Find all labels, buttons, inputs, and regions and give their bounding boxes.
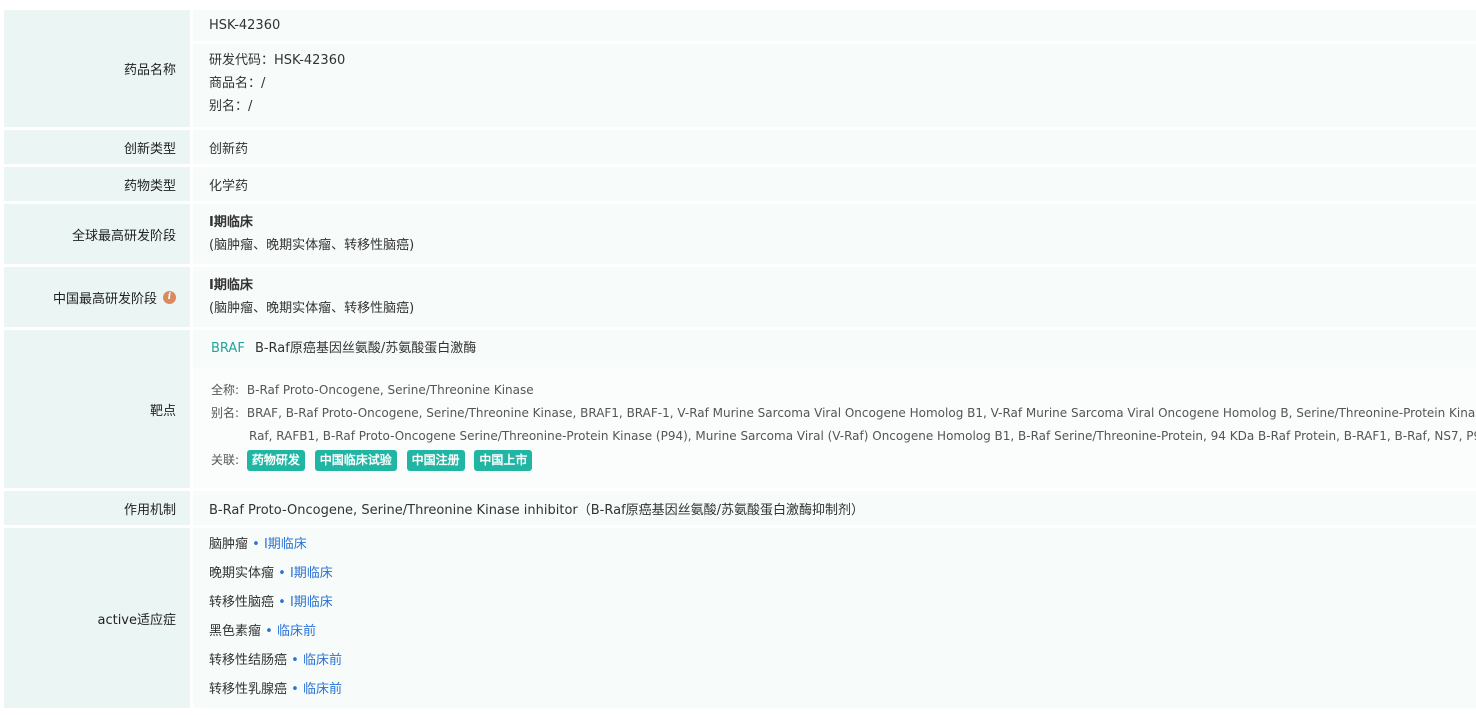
global-stage-indications: (脑肿瘤、晚期实体瘤、转移性脑癌) bbox=[209, 238, 415, 253]
alias-name: 别名：/ bbox=[209, 99, 253, 114]
indication-item: 晚期实体瘤 • Ⅰ期临床 bbox=[209, 559, 1476, 588]
innovation-type-value: 创新药 bbox=[193, 130, 1476, 164]
row-active-indications: active适应症 脑肿瘤 • Ⅰ期临床 晚期实体瘤 • Ⅰ期临床 转移性脑癌 … bbox=[4, 528, 1476, 708]
label-global-stage: 全球最高研发阶段 bbox=[4, 204, 190, 264]
indication-stage-link[interactable]: 临床前 bbox=[303, 653, 342, 668]
bullet-icon: • bbox=[287, 682, 303, 697]
info-icon[interactable]: i bbox=[163, 290, 176, 304]
dev-code: 研发代码：HSK-42360 bbox=[209, 53, 346, 68]
indication-item: 转移性脑癌 • Ⅰ期临床 bbox=[209, 588, 1476, 617]
drug-detail-table: 药品名称 HSK-42360 研发代码：HSK-42360 商品名：/ 别名：/… bbox=[4, 10, 1476, 711]
tag-china-launch[interactable]: 中国上市 bbox=[474, 450, 533, 471]
bullet-icon: • bbox=[261, 624, 277, 639]
row-global-stage: 全球最高研发阶段 Ⅰ期临床 (脑肿瘤、晚期实体瘤、转移性脑癌) bbox=[4, 204, 1476, 264]
trade-name: 商品名：/ bbox=[209, 76, 266, 91]
row-drug-name: 药品名称 HSK-42360 研发代码：HSK-42360 商品名：/ 别名：/ bbox=[4, 10, 1476, 127]
target-alias-line1: BRAF, B-Raf Proto-Oncogene, Serine/Threo… bbox=[246, 406, 1476, 420]
label-innovation-type: 创新类型 bbox=[4, 130, 190, 164]
indication-item: 转移性结肠癌 • 临床前 bbox=[209, 646, 1476, 675]
row-china-stage: 中国最高研发阶段 i Ⅰ期临床 (脑肿瘤、晚期实体瘤、转移性脑癌) bbox=[4, 267, 1476, 327]
target-alias-line2: Raf, RAFB1, B-Raf Proto-Oncogene Serine/… bbox=[249, 429, 1476, 443]
tag-china-trial[interactable]: 中国临床试验 bbox=[314, 450, 397, 471]
mechanism-value: B-Raf Proto-Oncogene, Serine/Threonine K… bbox=[193, 491, 1476, 525]
label-drug-name: 药品名称 bbox=[4, 10, 190, 127]
row-drug-type: 药物类型 化学药 bbox=[4, 167, 1476, 201]
china-stage-value: Ⅰ期临床 bbox=[209, 278, 253, 293]
indication-stage-link[interactable]: Ⅰ期临床 bbox=[290, 566, 333, 581]
drug-type-value: 化学药 bbox=[193, 167, 1476, 201]
indication-stage-link[interactable]: 临床前 bbox=[303, 682, 342, 697]
label-target: 靶点 bbox=[4, 330, 190, 488]
row-target: 靶点 BRAF B-Raf原癌基因丝氨酸/苏氨酸蛋白激酶 全称: B-Raf P… bbox=[4, 330, 1476, 488]
china-stage-indications: (脑肿瘤、晚期实体瘤、转移性脑癌) bbox=[209, 301, 415, 316]
bullet-icon: • bbox=[287, 653, 303, 668]
indication-item: 转移性乳腺癌 • 临床前 bbox=[209, 675, 1476, 704]
related-key: 关联: bbox=[211, 453, 240, 467]
indication-item: 脑肿瘤 • Ⅰ期临床 bbox=[209, 530, 1476, 559]
indication-stage-link[interactable]: Ⅰ期临床 bbox=[264, 537, 307, 552]
indication-name: 脑肿瘤 bbox=[209, 537, 249, 552]
indication-name: 转移性乳腺癌 bbox=[209, 682, 288, 697]
label-china-stage-text: 中国最高研发阶段 bbox=[52, 291, 157, 307]
tag-drug-rd[interactable]: 药物研发 bbox=[246, 450, 305, 471]
label-active-indications: active适应症 bbox=[4, 528, 190, 708]
drug-name-value: HSK-42360 bbox=[193, 10, 1476, 41]
bullet-icon: • bbox=[274, 595, 290, 610]
indication-item: 黑色素瘤 • 临床前 bbox=[209, 617, 1476, 646]
label-drug-type: 药物类型 bbox=[4, 167, 190, 201]
indication-name: 黑色素瘤 bbox=[209, 624, 262, 639]
indication-stage-link[interactable]: 临床前 bbox=[277, 624, 316, 639]
row-innovation-type: 创新类型 创新药 bbox=[4, 130, 1476, 164]
bullet-icon: • bbox=[248, 537, 264, 552]
alias-key: 别名: bbox=[211, 406, 240, 420]
row-mechanism: 作用机制 B-Raf Proto-Oncogene, Serine/Threon… bbox=[4, 491, 1476, 525]
target-code-link[interactable]: BRAF bbox=[211, 341, 245, 356]
indication-name: 转移性脑癌 bbox=[209, 595, 275, 610]
fullname-key: 全称: bbox=[211, 383, 240, 397]
global-stage-value: Ⅰ期临床 bbox=[209, 215, 253, 230]
target-desc: B-Raf原癌基因丝氨酸/苏氨酸蛋白激酶 bbox=[254, 341, 477, 356]
label-mechanism: 作用机制 bbox=[4, 491, 190, 525]
indication-name: 晚期实体瘤 bbox=[209, 566, 275, 581]
tag-china-registration[interactable]: 中国注册 bbox=[406, 450, 465, 471]
target-fullname: B-Raf Proto-Oncogene, Serine/Threonine K… bbox=[246, 383, 534, 397]
indication-name: 转移性结肠癌 bbox=[209, 653, 288, 668]
indication-stage-link[interactable]: Ⅰ期临床 bbox=[290, 595, 333, 610]
bullet-icon: • bbox=[274, 566, 290, 581]
label-china-stage: 中国最高研发阶段 i bbox=[4, 267, 190, 327]
